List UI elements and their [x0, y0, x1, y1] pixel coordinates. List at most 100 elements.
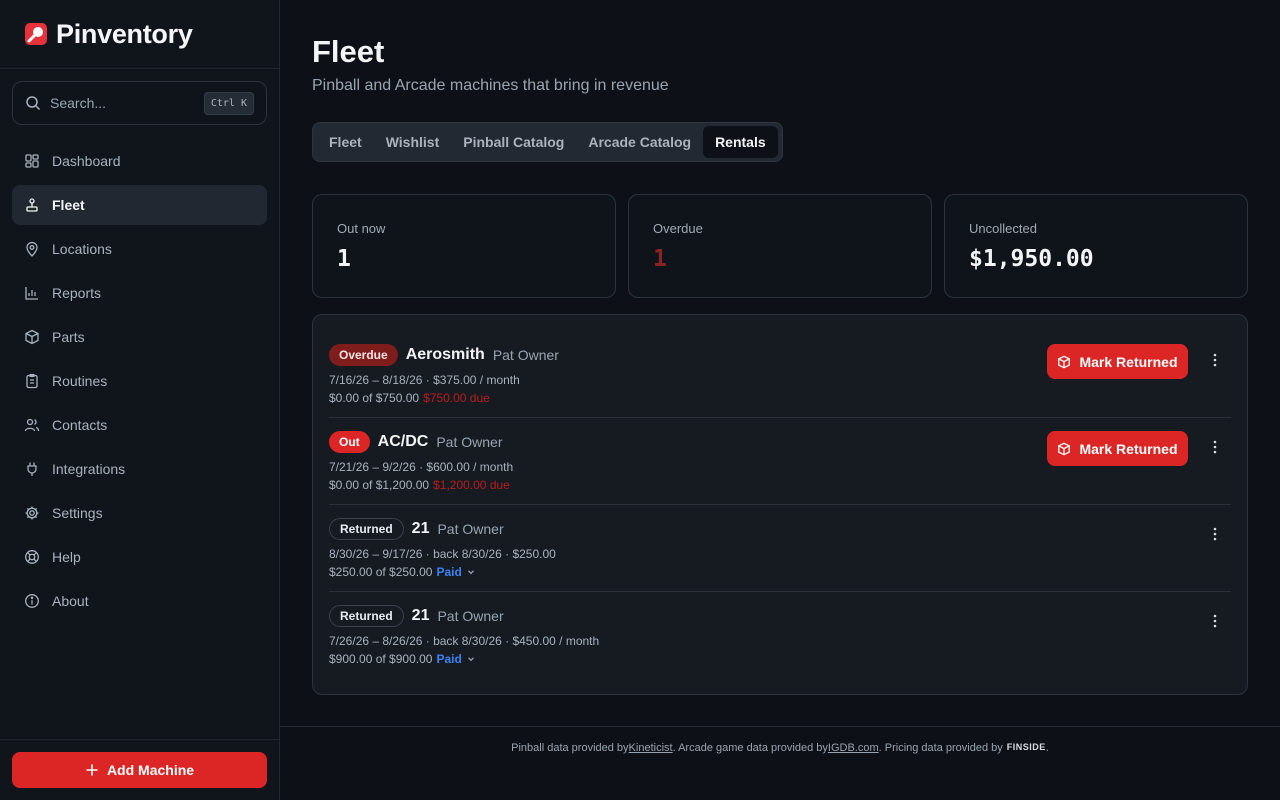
sidebar-item-parts[interactable]: Parts [12, 317, 267, 357]
sidebar-item-reports[interactable]: Reports [12, 273, 267, 313]
tab-rentals[interactable]: Rentals [703, 126, 778, 158]
tab-bar: Fleet Wishlist Pinball Catalog Arcade Ca… [312, 122, 783, 162]
map-pin-icon [26, 241, 38, 257]
bar-chart-icon [25, 287, 38, 300]
sidebar-item-label: Contacts [52, 417, 108, 433]
sidebar-item-help[interactable]: Help [12, 537, 267, 577]
owner-name: Pat Owner [437, 608, 504, 624]
package-icon [1058, 355, 1071, 368]
stat-value: 1 [653, 246, 667, 272]
sidebar-item-label: Help [52, 549, 81, 565]
sidebar-item-routines[interactable]: Routines [12, 361, 267, 401]
search-placeholder[interactable]: Search... [50, 95, 204, 111]
app-name: Pinventory [56, 18, 193, 49]
owner-name: Pat Owner [492, 347, 559, 363]
add-machine-button[interactable]: Add Machine [12, 752, 267, 788]
sidebar-item-label: Parts [52, 329, 85, 345]
stat-value: $1,950.00 [969, 246, 1094, 272]
page-title: Fleet [312, 34, 385, 69]
rental-dates: 7/26/26 – 8/26/26 · back 8/30/26 · $450.… [329, 634, 600, 648]
rental-dates: 8/30/26 – 9/17/26 · back 8/30/26 · $250.… [329, 547, 556, 561]
sidebar-item-label: Locations [52, 241, 112, 257]
rental-dates: 7/21/26 – 9/2/26 · $600.00 / month [329, 460, 514, 474]
mark-returned-label: Mark Returned [1079, 353, 1178, 370]
machine-name[interactable]: 21 [412, 520, 430, 538]
sidebar-item-integrations[interactable]: Integrations [12, 449, 267, 489]
package-icon [25, 329, 39, 345]
search-icon [26, 96, 41, 111]
sidebar-item-about[interactable]: About [12, 581, 267, 621]
add-machine-label: Add Machine [106, 762, 195, 778]
sidebar-item-label: Dashboard [52, 153, 121, 169]
sidebar-item-locations[interactable]: Locations [12, 229, 267, 269]
package-icon [1058, 442, 1071, 455]
sidebar-item-label: Settings [52, 505, 103, 521]
plus-icon [86, 764, 98, 776]
more-vertical-icon[interactable] [1207, 352, 1223, 368]
page-footer: Pinball data provided by Kineticist . Ar… [280, 726, 1280, 800]
status-badge: Returned [329, 518, 404, 540]
rental-dates: 7/16/26 – 8/18/26 · $375.00 / month [329, 373, 520, 387]
igdb-link[interactable]: IGDB.com [828, 742, 879, 754]
more-vertical-icon[interactable] [1207, 526, 1223, 542]
owner-name: Pat Owner [436, 434, 503, 450]
mark-returned-label: Mark Returned [1079, 440, 1178, 457]
stat-uncollected: Uncollected $1,950.00 [944, 194, 1248, 298]
more-vertical-icon[interactable] [1207, 439, 1223, 455]
status-badge: Out [329, 431, 370, 453]
footer-text: . Arcade game data provided by [672, 742, 828, 754]
more-vertical-icon[interactable] [1207, 613, 1223, 629]
rental-amount: $900.00 of $900.00 Paid [329, 652, 476, 666]
rental-row[interactable]: Returned 21 Pat Owner 8/30/26 – 9/17/26 … [329, 489, 1231, 579]
sidebar-item-settings[interactable]: Settings [12, 493, 267, 533]
chevron-down-icon[interactable] [466, 654, 476, 664]
search-box[interactable]: Search... Ctrl K [12, 81, 267, 125]
status-badge: Overdue [329, 344, 398, 366]
stat-overdue: Overdue 1 [628, 194, 932, 298]
rental-row[interactable]: Overdue Aerosmith Pat Owner 7/16/26 – 8/… [329, 315, 1231, 405]
tab-pinball-catalog[interactable]: Pinball Catalog [451, 126, 576, 158]
machine-name[interactable]: AC/DC [378, 433, 429, 451]
sidebar-footer: Add Machine [0, 739, 279, 800]
stat-label: Out now [337, 221, 386, 236]
main-content: Fleet Pinball and Arcade machines that b… [280, 0, 1280, 800]
rental-row[interactable]: Returned 21 Pat Owner 7/26/26 – 8/26/26 … [329, 576, 1231, 666]
sidebar-item-contacts[interactable]: Contacts [12, 405, 267, 445]
mark-returned-button[interactable]: Mark Returned [1047, 344, 1188, 379]
sidebar-item-fleet[interactable]: Fleet [12, 185, 267, 225]
joystick-icon [26, 198, 38, 212]
tab-fleet[interactable]: Fleet [317, 126, 374, 158]
users-icon [24, 418, 40, 432]
sidebar-item-label: Routines [52, 373, 108, 389]
tab-arcade-catalog[interactable]: Arcade Catalog [576, 126, 703, 158]
page-subtitle: Pinball and Arcade machines that bring i… [312, 77, 669, 94]
pinventory-logo-icon [25, 23, 47, 45]
finside-logo[interactable]: FINSIDE [1007, 742, 1046, 752]
machine-name[interactable]: Aerosmith [406, 346, 485, 364]
mark-returned-button[interactable]: Mark Returned [1047, 431, 1188, 466]
gear-icon [25, 506, 39, 520]
rentals-list: Overdue Aerosmith Pat Owner 7/16/26 – 8/… [312, 314, 1248, 695]
plug-icon [27, 462, 37, 476]
brand[interactable]: Pinventory [0, 0, 279, 69]
paid-status[interactable]: Paid [436, 652, 461, 666]
clipboard-list-icon [26, 373, 38, 389]
sidebar-nav: Dashboard Fleet Locations Reports Parts [12, 141, 267, 625]
lifebuoy-icon [25, 550, 39, 564]
tab-wishlist[interactable]: Wishlist [374, 126, 452, 158]
footer-text: . Pricing data provided by [878, 742, 1003, 754]
sidebar-item-label: About [52, 593, 89, 609]
kineticist-link[interactable]: Kineticist [629, 742, 673, 754]
stat-value: 1 [337, 246, 351, 272]
stat-label: Overdue [653, 221, 703, 236]
dashboard-icon [25, 154, 39, 168]
machine-name[interactable]: 21 [412, 607, 430, 625]
stat-out-now: Out now 1 [312, 194, 616, 298]
footer-text: Pinball data provided by [511, 742, 629, 754]
footer-text: . [1045, 742, 1049, 754]
sidebar-item-dashboard[interactable]: Dashboard [12, 141, 267, 181]
owner-name: Pat Owner [437, 521, 504, 537]
sidebar-item-label: Fleet [52, 197, 85, 213]
sidebar: Pinventory Search... Ctrl K Dashboard Fl… [0, 0, 280, 800]
rental-row[interactable]: Out AC/DC Pat Owner 7/21/26 – 9/2/26 · $… [329, 402, 1231, 492]
